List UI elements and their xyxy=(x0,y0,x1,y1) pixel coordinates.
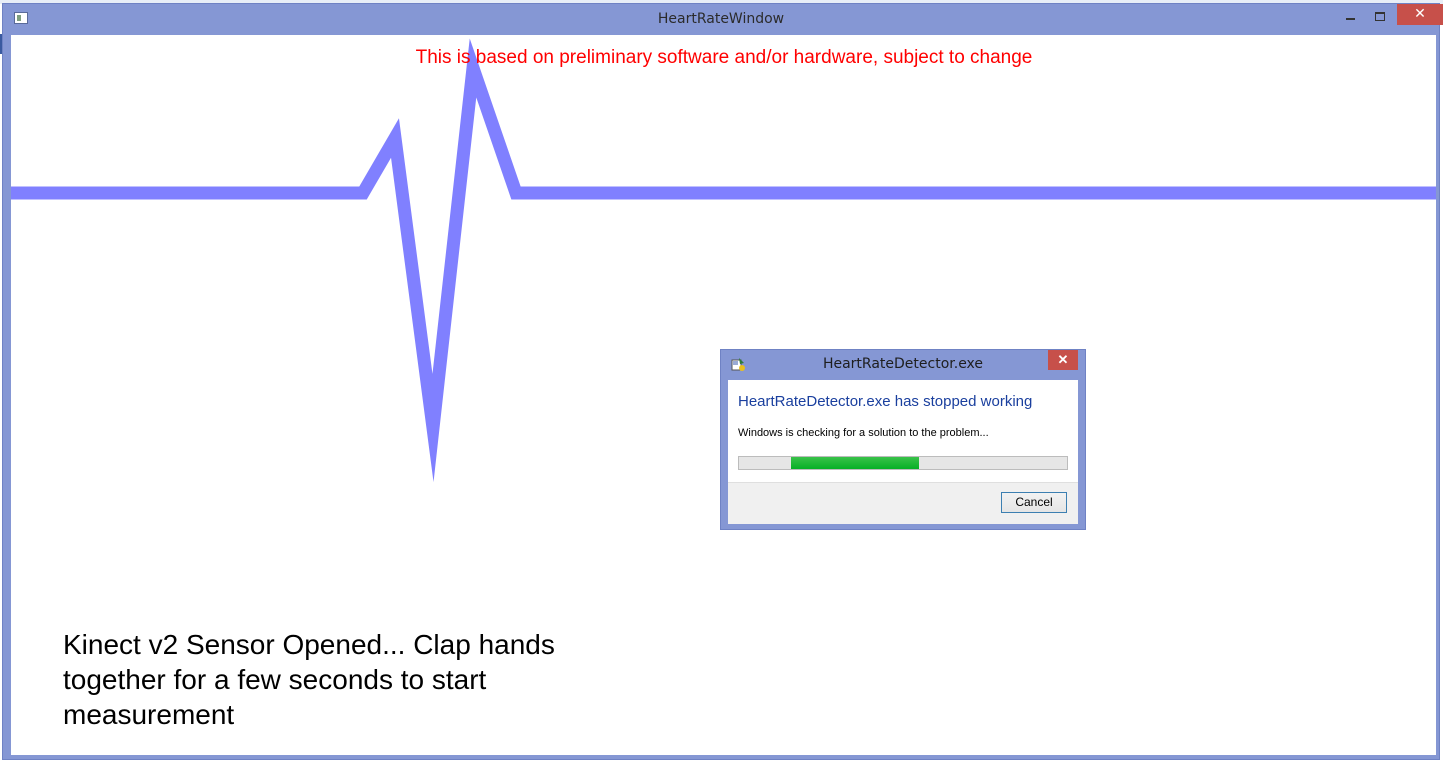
dialog-title: HeartRateDetector.exe xyxy=(822,356,984,372)
progress-fill xyxy=(791,457,919,469)
window-title: HeartRateWindow xyxy=(657,11,785,27)
dialog-message: Windows is checking for a solution to th… xyxy=(738,427,989,439)
dialog-heading: HeartRateDetector.exe has stopped workin… xyxy=(738,393,1033,410)
dialog-body: HeartRateDetector.exe has stopped workin… xyxy=(728,380,1078,524)
close-button[interactable]: ✕ xyxy=(1397,4,1443,25)
progress-bar xyxy=(738,456,1068,470)
minimize-button[interactable] xyxy=(1337,6,1365,28)
dialog-footer: Cancel xyxy=(728,482,1078,524)
preliminary-notice: This is based on preliminary software an… xyxy=(415,47,1033,68)
maximize-button[interactable] xyxy=(1367,6,1395,28)
cancel-button[interactable]: Cancel xyxy=(1001,492,1067,513)
program-error-icon xyxy=(731,358,745,371)
error-dialog: HeartRateDetector.exe ✕ HeartRateDetecto… xyxy=(720,349,1086,530)
dialog-close-button[interactable]: ✕ xyxy=(1048,350,1078,370)
status-message: Kinect v2 Sensor Opened... Clap hands to… xyxy=(63,629,555,730)
window-titlebar[interactable]: HeartRateWindow ✕ xyxy=(3,4,1443,34)
